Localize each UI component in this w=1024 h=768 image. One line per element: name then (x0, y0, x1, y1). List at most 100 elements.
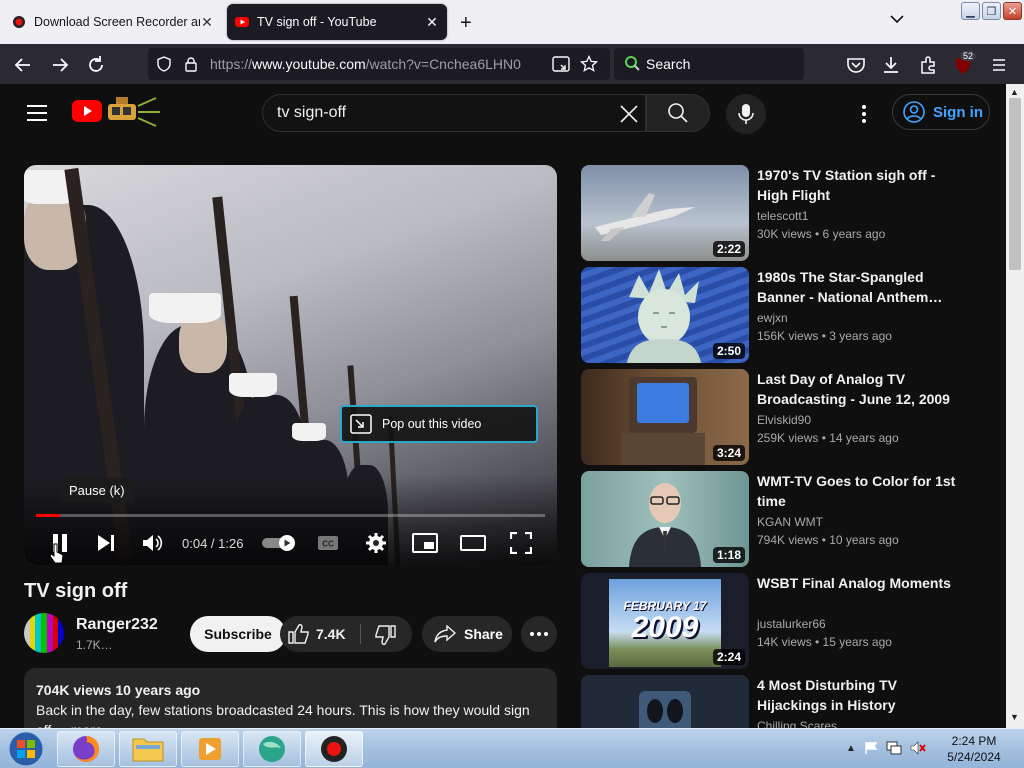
reload-icon[interactable] (85, 54, 107, 76)
next-button[interactable] (92, 529, 120, 557)
recommendation-item[interactable]: 1:18 WMT-TV Goes to Color for 1st time K… (581, 471, 981, 567)
recommendation-title[interactable]: 4 Most Disturbing TV Hijackings in Histo… (757, 675, 962, 715)
forward-arrow-icon[interactable] (49, 54, 71, 76)
recommendation-item[interactable]: 3:24 Last Day of Analog TV Broadcasting … (581, 369, 981, 465)
channel-avatar[interactable] (24, 613, 64, 653)
recommendation-item[interactable]: 2:22 1970's TV Station sigh off - High F… (581, 165, 981, 261)
youtube-search-input[interactable] (277, 104, 597, 122)
pop-out-tooltip[interactable]: Pop out this video (340, 405, 538, 443)
chevron-down-icon[interactable] (890, 14, 904, 24)
scroll-up-arrow-icon[interactable]: ▲ (1010, 87, 1019, 97)
video-thumbnail[interactable]: 3:24 (581, 369, 749, 465)
start-button[interactable] (4, 729, 48, 768)
scroll-down-arrow-icon[interactable]: ▼ (1010, 712, 1019, 722)
more-actions-button[interactable] (521, 616, 557, 652)
extensions-puzzle-icon[interactable] (917, 54, 939, 76)
thumbs-up-icon[interactable] (288, 624, 310, 644)
recommendation-channel[interactable]: justalurker66 (757, 617, 826, 631)
mouse-cursor-icon (49, 543, 64, 564)
recommendation-channel[interactable]: telescott1 (757, 209, 808, 223)
miniplayer-button[interactable] (410, 529, 440, 557)
tab-youtube[interactable]: TV sign off - YouTube ✕ (227, 4, 447, 40)
subscriber-count: 1.7K… (76, 638, 113, 652)
progress-bar[interactable] (36, 514, 545, 517)
taskbar-clock[interactable]: 2:24 PM 5/24/2024 (944, 733, 1004, 765)
channel-name[interactable]: Ranger232 (76, 616, 158, 634)
fullscreen-icon (510, 532, 532, 554)
settings-button[interactable] (362, 529, 390, 557)
news-anchor-image (629, 483, 701, 567)
scrollbar-thumb[interactable] (1009, 98, 1021, 270)
back-arrow-icon[interactable] (12, 54, 34, 76)
close-window-button[interactable]: ✕ (1003, 2, 1022, 20)
youtube-search-box[interactable] (262, 94, 646, 132)
minimize-window-button[interactable]: ▁ (961, 2, 980, 20)
video-thumbnail[interactable]: 2:22 (581, 165, 749, 261)
shield-icon[interactable] (156, 56, 172, 72)
new-tab-plus-icon[interactable]: + (460, 12, 472, 35)
description-box[interactable]: 704K views 10 years ago Back in the day,… (24, 668, 557, 728)
autoplay-toggle[interactable] (260, 529, 298, 557)
taskbar-file-explorer[interactable] (119, 731, 177, 767)
share-button[interactable]: Share (422, 616, 512, 652)
volume-muted-icon[interactable] (910, 741, 926, 755)
close-tab-icon[interactable]: ✕ (425, 14, 439, 31)
recommendation-title[interactable]: WMT-TV Goes to Color for 1st time (757, 471, 962, 511)
jet-plane-image (595, 193, 695, 241)
sign-in-button[interactable]: Sign in (892, 94, 990, 130)
like-count[interactable]: 7.4K (316, 626, 346, 642)
taskbar-screen-recorder[interactable] (305, 731, 363, 767)
autoplay-toggle-icon (262, 535, 295, 551)
subtitles-button[interactable]: CC (314, 529, 342, 557)
search-icon (668, 103, 688, 123)
taskbar-media-player[interactable] (181, 731, 239, 767)
recommendation-title[interactable]: 1970's TV Station sigh off - High Flight (757, 165, 962, 205)
video-thumbnail[interactable]: FEBRUARY 17 2009 2:24 (581, 573, 749, 669)
mute-button[interactable] (138, 529, 168, 557)
guide-menu-icon[interactable] (26, 104, 48, 122)
lock-icon[interactable] (184, 56, 198, 72)
recommendation-channel[interactable]: Elviskid90 (757, 413, 811, 427)
page-scrollbar[interactable]: ▲ ▼ (1006, 84, 1024, 728)
video-thumbnail[interactable]: 2:50 (581, 267, 749, 363)
subscribe-button[interactable]: Subscribe (190, 616, 286, 652)
browser-search-bar[interactable]: Search (614, 48, 804, 80)
recommendation-channel[interactable]: ewjxn (757, 311, 788, 325)
voice-search-button[interactable] (726, 94, 766, 134)
recommendation-item[interactable]: FEBRUARY 17 2009 2:24 WSBT Final Analog … (581, 573, 981, 669)
video-thumbnail[interactable]: 1:18 (581, 471, 749, 567)
video-player[interactable]: Pop out this video Pause (k) 0:04 / 1:26… (24, 165, 557, 565)
recommendation-item[interactable]: 4 Most Disturbing TV Hijackings in Histo… (581, 675, 981, 728)
doodle-robot-icon[interactable] (104, 94, 162, 128)
network-icon[interactable] (886, 741, 902, 755)
recommendation-title[interactable]: Last Day of Analog TV Broadcasting - Jun… (757, 369, 962, 409)
settings-more-icon[interactable] (860, 104, 868, 124)
hamburger-menu-icon[interactable] (988, 54, 1010, 76)
theater-mode-button[interactable] (458, 529, 488, 557)
url-text[interactable]: https://www.youtube.com/watch?v=Cnchea6L… (210, 56, 521, 72)
tab-screen-recorder[interactable]: Download Screen Recorder and Video Edito… (4, 4, 222, 40)
fullscreen-button[interactable] (506, 529, 536, 557)
thumbs-down-icon[interactable] (374, 625, 396, 645)
youtube-search-button[interactable] (646, 94, 710, 132)
recommendation-title[interactable]: 1980s The Star-Spangled Banner - Nationa… (757, 267, 962, 307)
recommendation-title[interactable]: WSBT Final Analog Moments (757, 573, 962, 593)
action-center-flag-icon[interactable] (864, 741, 878, 755)
download-icon[interactable] (880, 54, 902, 76)
taskbar-firefox[interactable] (57, 731, 115, 767)
pocket-icon[interactable] (845, 54, 867, 76)
url-bar[interactable]: https://www.youtube.com/watch?v=Cnchea6L… (148, 48, 610, 80)
clock-time: 2:24 PM (951, 734, 997, 748)
maximize-window-button[interactable]: ❐ (982, 2, 1001, 20)
video-thumbnail[interactable] (581, 675, 749, 728)
recommendation-channel[interactable]: Chilling Scares (757, 719, 837, 728)
clear-search-icon[interactable] (619, 104, 639, 124)
youtube-logo-icon[interactable] (72, 100, 102, 122)
reader-translate-icon[interactable] (552, 56, 570, 72)
recommendation-channel[interactable]: KGAN WMT (757, 515, 823, 529)
close-tab-icon[interactable]: ✕ (200, 14, 214, 31)
taskbar-app-globe[interactable] (243, 731, 301, 767)
show-hidden-icons-icon[interactable]: ▲ (846, 743, 856, 754)
recommendation-item[interactable]: 2:50 1980s The Star-Spangled Banner - Na… (581, 267, 981, 363)
bookmark-star-icon[interactable] (580, 55, 598, 73)
